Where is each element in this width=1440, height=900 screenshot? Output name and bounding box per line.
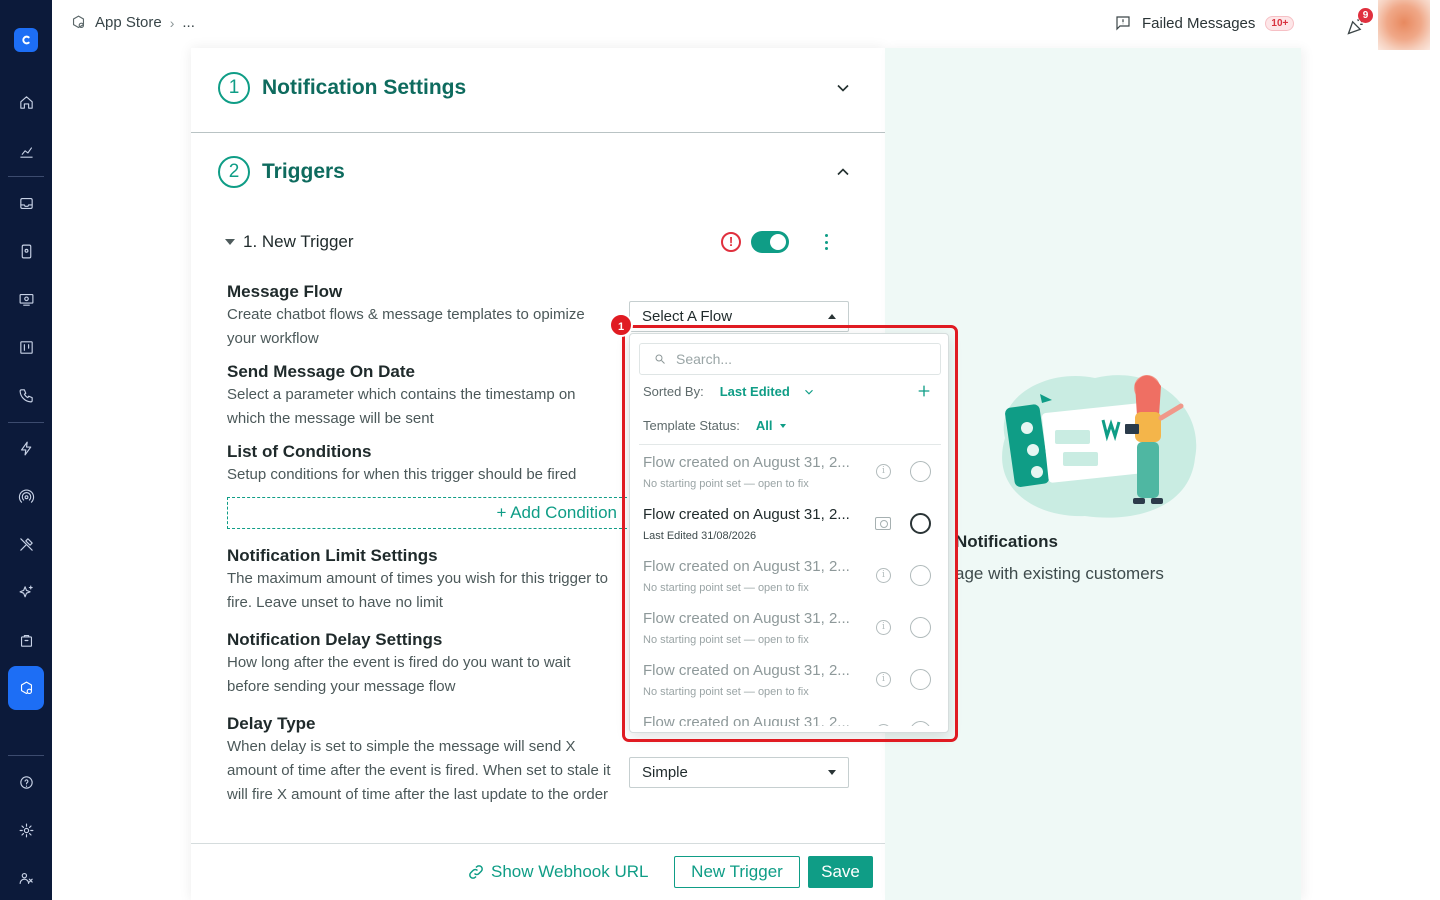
setting-description: The maximum amount of times you wish for… [227,570,608,611]
sidebar-divider [8,176,44,177]
caret-up-icon [828,314,836,319]
setting-title: List of Conditions [227,442,372,461]
trigger-header[interactable]: 1. New Trigger [225,232,354,252]
inbox-icon[interactable] [14,191,38,215]
message-alert-icon [1116,16,1130,31]
chevron-up-icon[interactable] [833,162,853,182]
show-webhook-button[interactable]: Show Webhook URL [467,862,649,882]
info-title: Notifications [955,532,1058,551]
highlight-annotation-box [622,325,958,742]
tools-icon[interactable] [14,532,38,556]
info-subtitle: age with existing customers [955,564,1164,583]
panel-footer: Show Webhook URL New Trigger Save [191,843,885,900]
app-logo[interactable] [14,28,38,52]
delay-type-setting: Delay Type When delay is set to simple t… [227,713,617,807]
conditions-setting: List of Conditions Setup conditions for … [227,441,617,487]
analytics-icon[interactable] [14,139,38,163]
section-divider [191,132,885,133]
breadcrumb-chevron-icon: › [169,14,175,31]
step-number: 1 [218,72,250,104]
link-icon [469,865,483,879]
sidebar [0,0,52,900]
contacts-icon[interactable] [14,239,38,263]
send-on-date-setting: Send Message On Date Select a parameter … [227,361,617,431]
app-store-icon [72,15,85,29]
notification-settings-header[interactable]: 1 Notification Settings [218,72,466,104]
caret-down-icon [828,770,836,775]
store-icon[interactable] [14,628,38,652]
add-condition-button[interactable]: + Add Condition [227,497,627,529]
new-trigger-button[interactable]: New Trigger [674,856,800,888]
ai-sparkle-icon[interactable] [14,580,38,604]
setting-title: Send Message On Date [227,362,416,381]
annotation-badge: 1 [609,313,633,337]
broadcasting-icon[interactable] [14,484,38,508]
automation-icon[interactable] [14,436,38,460]
user-avatar[interactable] [1378,0,1430,50]
notifications-illustration [1002,375,1197,518]
setting-title: Notification Delay Settings [227,630,443,649]
sidebar-divider [8,422,44,423]
section-title: Triggers [262,160,345,183]
webhook-label: Show Webhook URL [491,862,649,881]
setting-title: Notification Limit Settings [227,546,438,565]
settings-gear-icon[interactable] [14,818,38,842]
setting-title: Message Flow [227,282,343,301]
delay-type-value: Simple [642,764,688,781]
warning-icon: ! [721,232,741,252]
collapse-caret-icon [225,239,235,245]
setting-description: Setup conditions for when this trigger s… [227,466,577,483]
setting-description: Select a parameter which contains the ti… [227,386,576,427]
failed-messages-button[interactable]: Failed Messages 10+ [1114,14,1295,32]
broadcast-icon[interactable] [14,287,38,311]
board-icon[interactable] [14,335,38,359]
triggers-header[interactable]: 2 Triggers [218,156,345,188]
phone-icon[interactable] [14,383,38,407]
trigger-enabled-toggle[interactable] [751,231,789,253]
section-title: Notification Settings [262,76,467,99]
home-icon[interactable] [14,90,38,114]
app-store-icon[interactable] [14,676,38,700]
flow-select-value: Select A Flow [642,308,733,325]
save-button[interactable]: Save [808,856,873,888]
setting-title: Delay Type [227,714,316,733]
breadcrumb-root[interactable]: App Store [95,14,162,31]
setting-description: When delay is set to simple the message … [227,738,611,803]
limit-setting: Notification Limit Settings The maximum … [227,545,617,615]
help-icon[interactable] [14,770,38,794]
notification-count-badge: 9 [1358,8,1373,23]
delay-setting: Notification Delay Settings How long aft… [227,629,617,699]
failed-messages-label: Failed Messages [1142,14,1256,32]
more-options-icon[interactable] [823,234,829,250]
delay-type-select[interactable]: Simple [629,757,849,788]
breadcrumb: App Store › ... [70,14,195,31]
setting-description: How long after the event is fired do you… [227,654,571,695]
step-number: 2 [218,156,250,188]
trigger-label: 1. New Trigger [243,232,354,251]
failed-messages-badge: 10+ [1265,15,1295,31]
top-bar: App Store › ... Failed Messages 10+ 9 [52,0,1440,50]
sidebar-divider [8,755,44,756]
team-icon[interactable] [14,866,38,890]
setting-description: Create chatbot flows & message templates… [227,306,585,347]
breadcrumb-more[interactable]: ... [182,14,195,31]
chevron-down-icon[interactable] [833,78,853,98]
announcements-button[interactable]: 9 [1344,8,1373,38]
message-flow-setting: Message Flow Create chatbot flows & mess… [227,281,617,351]
